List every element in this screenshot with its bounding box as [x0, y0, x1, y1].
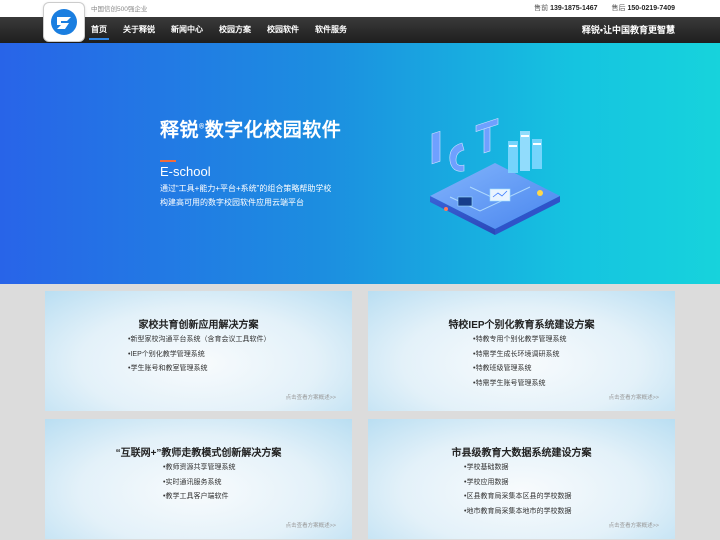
- nav-menu: 首页 关于释锐 新闻中心 校园方案 校园软件 软件服务: [83, 17, 355, 43]
- banner-title: 释锐®数字化校园软件: [160, 115, 341, 142]
- solution-card-home-school[interactable]: 家校共育创新应用解决方案 •新型家校沟通平台系统（含育会议工具软件） •IEP个…: [45, 291, 352, 411]
- card-feature-list: •特教专用个别化教学管理系统 •特需学生成长环境调研系统 •特教班级管理系统 •…: [473, 333, 566, 391]
- card-feature-list: •教师资源共享管理系统 •实时通讯服务系统 •教学工具客户端软件: [163, 461, 235, 505]
- banner-desc-line-1: 通过“工具+能力+平台+系统”的组合策略帮助学校: [160, 184, 332, 193]
- brand-slogan: 释锐•让中国教育更智慧: [581, 25, 675, 35]
- logo-mark-icon: [51, 9, 77, 35]
- list-item: •区县教育局采集本区县的学校数据: [464, 493, 572, 500]
- list-item: •地市教育局采集本地市的学校数据: [464, 507, 572, 515]
- isometric-ict-illustration: [430, 118, 560, 235]
- nav-item-services[interactable]: 软件服务: [307, 17, 355, 43]
- list-item: •特需学生成长环境调研系统: [473, 350, 560, 358]
- list-item: •学校基础数据: [464, 464, 509, 471]
- nav-item-home[interactable]: 首页: [83, 17, 115, 43]
- top-strip: 中国信创500强企业 售前 139-1875-1467 售后 150-0219-74…: [0, 0, 720, 17]
- solution-card-special-education[interactable]: 特校IEP个别化教育系统建设方案 •特教专用个别化教学管理系统 •特需学生成长环…: [368, 291, 675, 411]
- list-item: •教师资源共享管理系统: [163, 464, 236, 471]
- card-more-link[interactable]: 点击查看方案概述>>: [609, 521, 659, 529]
- contact-phones: 售前 139-1875-1467 售后 150-0219-7409: [534, 3, 675, 13]
- card-title: 市县级教育大数据系统建设方案: [451, 448, 592, 459]
- list-item: •教学工具客户端软件: [163, 493, 229, 500]
- list-item: •学生账号和教室管理系统: [128, 365, 208, 372]
- card-more-link[interactable]: 点击查看方案概述>>: [609, 393, 659, 401]
- hero-banner: 释锐®数字化校园软件 E-school 通过“工具+能力+平台+系统”的组合策略…: [0, 43, 720, 284]
- card-more-link[interactable]: 点击查看方案概述>>: [286, 521, 336, 529]
- accent-divider: [160, 160, 176, 162]
- list-item: •IEP个别化教学管理系统: [128, 350, 205, 358]
- main-navbar: 首页 关于释锐 新闻中心 校园方案 校园软件 软件服务 释锐•让中国教育更智慧: [0, 17, 720, 43]
- list-item: •实时通讯服务系统: [163, 478, 222, 486]
- list-item: •特需学生账号管理系统: [473, 379, 546, 387]
- nav-item-news[interactable]: 新闻中心: [163, 17, 211, 43]
- list-item: •特教班级管理系统: [473, 365, 532, 372]
- card-title: 家校共育创新应用解决方案: [138, 320, 259, 331]
- solution-card-big-data[interactable]: 市县级教育大数据系统建设方案 •学校基础数据 •学校应用数据 •区县教育局采集本…: [368, 419, 675, 539]
- presales-phone[interactable]: 139-1875-1467: [550, 5, 598, 12]
- nav-item-about[interactable]: 关于释锐: [115, 17, 163, 43]
- banner-description: 通过“工具+能力+平台+系统”的组合策略帮助学校 构建高可用的数字校园软件应用云…: [160, 182, 331, 210]
- card-feature-list: •新型家校沟通平台系统（含育会议工具软件） •IEP个别化教学管理系统 •学生账…: [128, 333, 270, 377]
- card-title: 特校IEP个别化教育系统建设方案: [448, 320, 595, 331]
- company-logo[interactable]: [44, 3, 84, 41]
- aftersales-label: 售后: [611, 5, 626, 12]
- banner-subtitle: E-school: [160, 164, 211, 179]
- presales-label: 售前: [534, 5, 549, 12]
- banner-title-brand: 释锐: [160, 120, 200, 141]
- aftersales-phone[interactable]: 150-0219-7409: [628, 5, 676, 12]
- nav-item-software[interactable]: 校园软件: [259, 17, 307, 43]
- solution-card-teacher-mobile[interactable]: “互联网+”教师走教模式创新解决方案 •教师资源共享管理系统 •实时通讯服务系统…: [45, 419, 352, 539]
- banner-title-rest: 数字化校园软件: [204, 120, 342, 141]
- card-title: “互联网+”教师走教模式创新解决方案: [115, 448, 282, 459]
- list-item: •新型家校沟通平台系统（含育会议工具软件）: [128, 336, 271, 343]
- card-feature-list: •学校基础数据 •学校应用数据 •区县教育局采集本区县的学校数据 •地市教育局采…: [464, 461, 571, 519]
- list-item: •学校应用数据: [464, 478, 509, 486]
- card-more-link[interactable]: 点击查看方案概述>>: [286, 393, 336, 401]
- banner-desc-line-2: 构建高可用的数字校园软件应用云端平台: [160, 198, 304, 207]
- list-item: •特教专用个别化教学管理系统: [473, 336, 567, 343]
- company-tagline: 中国信创500强企业: [91, 6, 148, 13]
- nav-item-solutions[interactable]: 校园方案: [211, 17, 259, 43]
